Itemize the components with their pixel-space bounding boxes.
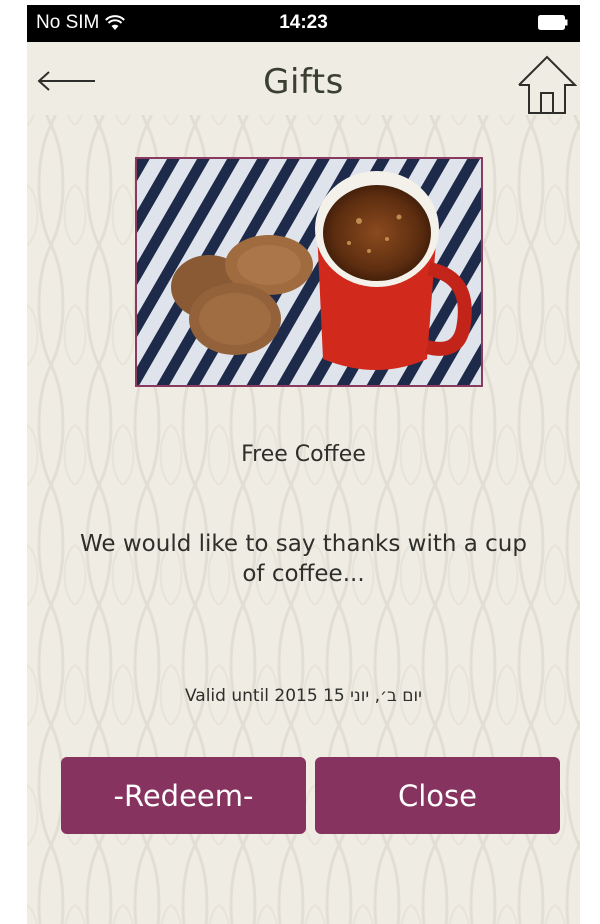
validity-date: Valid until 2015 15 יום ב׳, יוני [184,686,422,706]
gift-image [135,157,483,387]
close-button[interactable]: Close [315,757,560,834]
gift-title: Free Coffee [241,442,366,467]
clock: 14:23 [279,12,328,33]
status-bar: No SIM 14:23 [27,5,580,42]
phone-screen: No SIM 14:23 Gifts Free Coffee We would … [27,5,580,924]
coffee-cookies-image [137,159,481,385]
page-title: Gifts [263,62,344,102]
home-button[interactable] [517,53,577,115]
home-icon [518,55,577,114]
battery-icon [538,15,568,30]
redeem-button[interactable]: -Redeem- [61,757,306,834]
header: Gifts [27,42,580,122]
gift-description: We would like to say thanks with a cup o… [80,531,527,587]
